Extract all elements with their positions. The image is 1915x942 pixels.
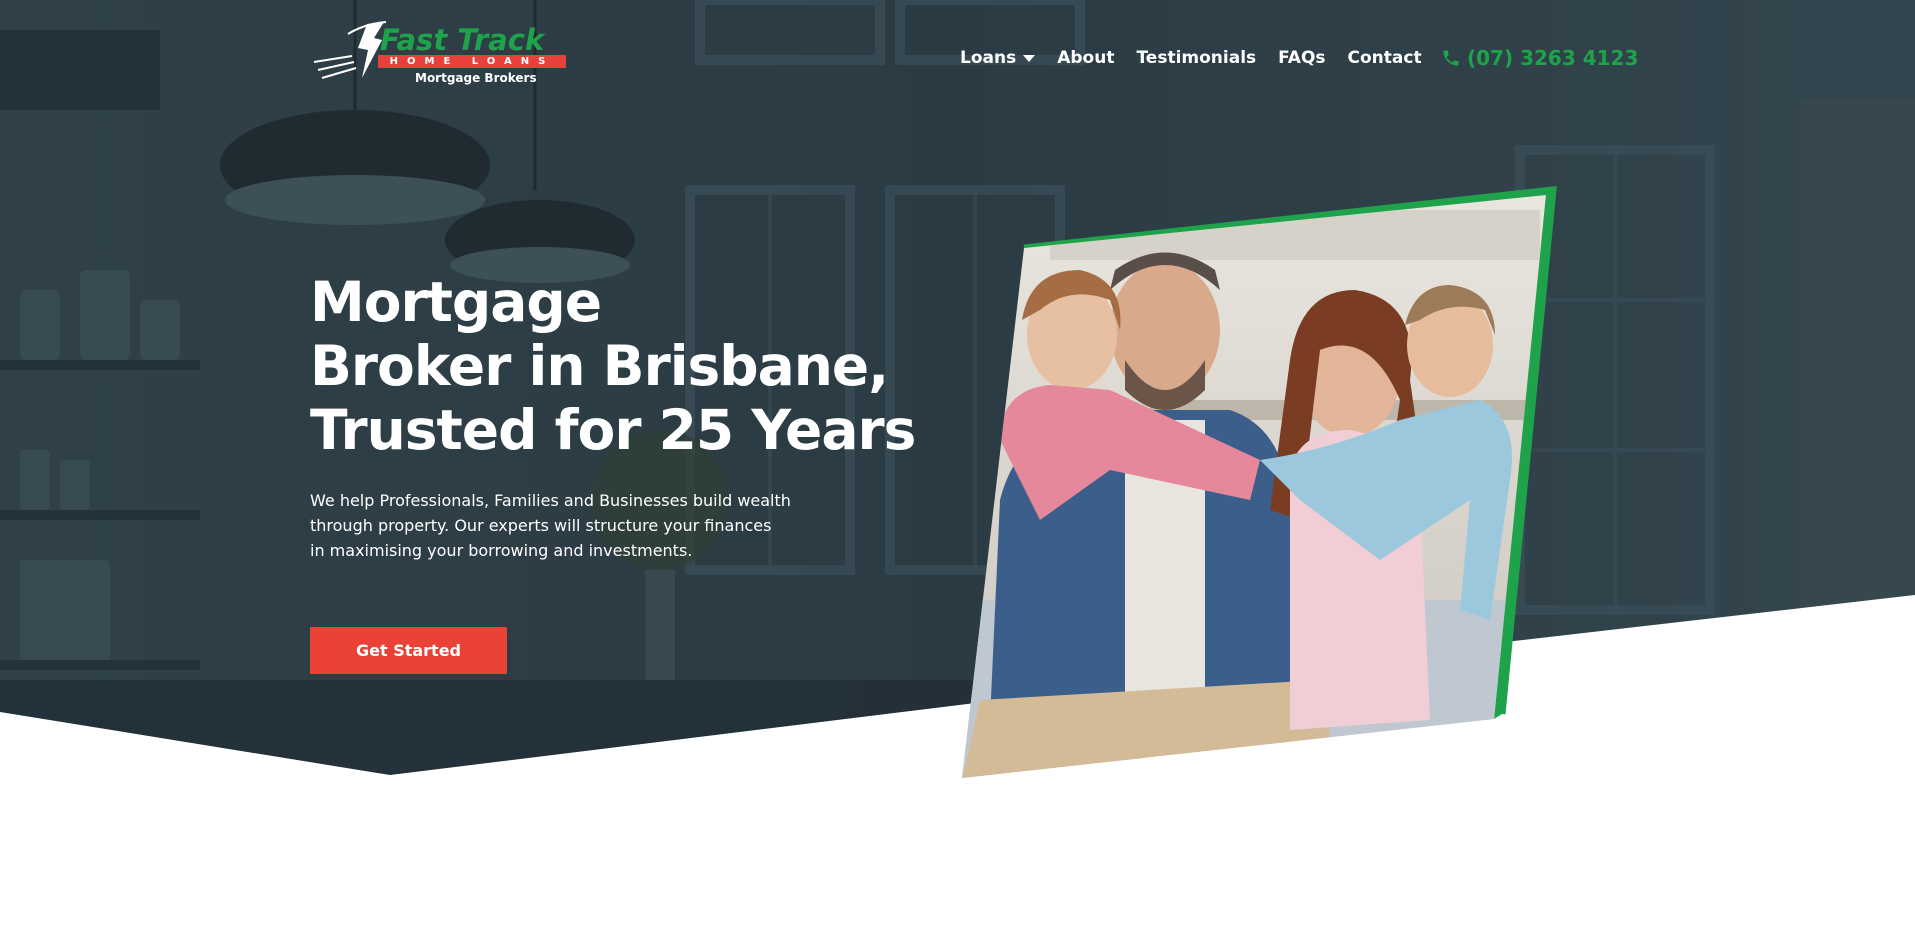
nav-item-label: Testimonials: [1136, 48, 1257, 68]
nav-item-label: About: [1057, 48, 1115, 68]
nav-item-label: Loans: [960, 48, 1017, 68]
nav-item-faqs[interactable]: FAQs: [1278, 47, 1325, 69]
brand-subtitle: Mortgage Brokers: [415, 71, 537, 85]
main-nav: Loans About Testimonials FAQs Contact: [960, 47, 1444, 69]
hero-headline: Mortgage Broker in Brisbane, Trusted for…: [310, 270, 950, 462]
brand-logo[interactable]: Fast Track HOME LOANS Mortgage Brokers: [312, 20, 570, 88]
headline-line: Trusted for 25 Years: [310, 398, 916, 462]
phone-number: (07) 3263 4123: [1467, 46, 1639, 70]
brand-strip: HOME LOANS: [378, 55, 566, 68]
nav-item-label: FAQs: [1278, 48, 1326, 68]
site-header: Fast Track HOME LOANS Mortgage Brokers L…: [0, 0, 1915, 118]
get-started-button[interactable]: Get Started: [310, 627, 507, 674]
nav-item-loans[interactable]: Loans: [960, 47, 1036, 69]
nav-item-about[interactable]: About: [1057, 47, 1114, 69]
nav-item-label: Contact: [1347, 48, 1422, 68]
phone-icon: [1441, 48, 1461, 68]
brand-name: Fast Track: [380, 23, 545, 57]
hero-lead: We help Professionals, Families and Busi…: [310, 488, 830, 563]
lead-line: through property. Our experts will struc…: [310, 516, 772, 535]
nav-item-contact[interactable]: Contact: [1348, 47, 1422, 69]
nav-item-testimonials[interactable]: Testimonials: [1136, 47, 1256, 69]
chevron-down-icon: [1023, 54, 1036, 62]
headline-line: Mortgage: [310, 270, 602, 334]
headline-line: Broker in Brisbane,: [310, 334, 889, 398]
phone-link[interactable]: (07) 3263 4123: [1441, 46, 1638, 70]
lead-line: in maximising your borrowing and investm…: [310, 541, 693, 560]
lead-line: We help Professionals, Families and Busi…: [310, 491, 791, 510]
